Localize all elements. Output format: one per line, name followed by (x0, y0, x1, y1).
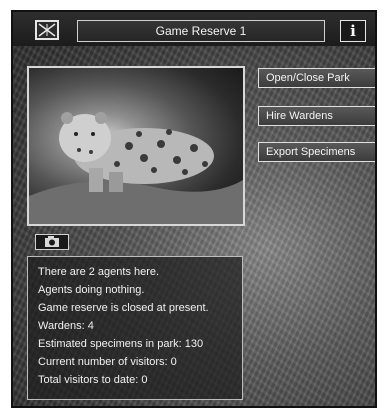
export-specimens-button[interactable]: Export Specimens (258, 142, 375, 162)
reserve-photo (27, 66, 245, 226)
status-panel: There are 2 agents here. Agents doing no… (27, 256, 243, 400)
info-icon: i (350, 22, 356, 40)
camera-button[interactable] (35, 234, 69, 250)
total-visitors-text: Total visitors to date: 0 (38, 374, 148, 386)
close-button[interactable] (35, 20, 59, 40)
agents-count-text: There are 2 agents here. (38, 266, 160, 278)
close-icon (38, 23, 56, 37)
open-close-park-button[interactable]: Open/Close Park (258, 68, 375, 88)
hire-wardens-button[interactable]: Hire Wardens (258, 106, 375, 126)
wardens-text: Wardens: 4 (38, 320, 94, 332)
reserve-status-text: Game reserve is closed at present. (38, 302, 209, 314)
window-title: Game Reserve 1 (77, 20, 325, 42)
agents-activity-text: Agents doing nothing. (38, 284, 145, 296)
current-visitors-text: Current number of visitors: 0 (38, 356, 177, 368)
camera-icon (45, 236, 59, 247)
specimens-text: Estimated specimens in park: 130 (38, 338, 204, 350)
leopard-image (29, 112, 243, 224)
game-reserve-window: Game Reserve 1 i Open/Close Park Hire Wa… (11, 10, 377, 408)
info-button[interactable]: i (340, 20, 366, 42)
